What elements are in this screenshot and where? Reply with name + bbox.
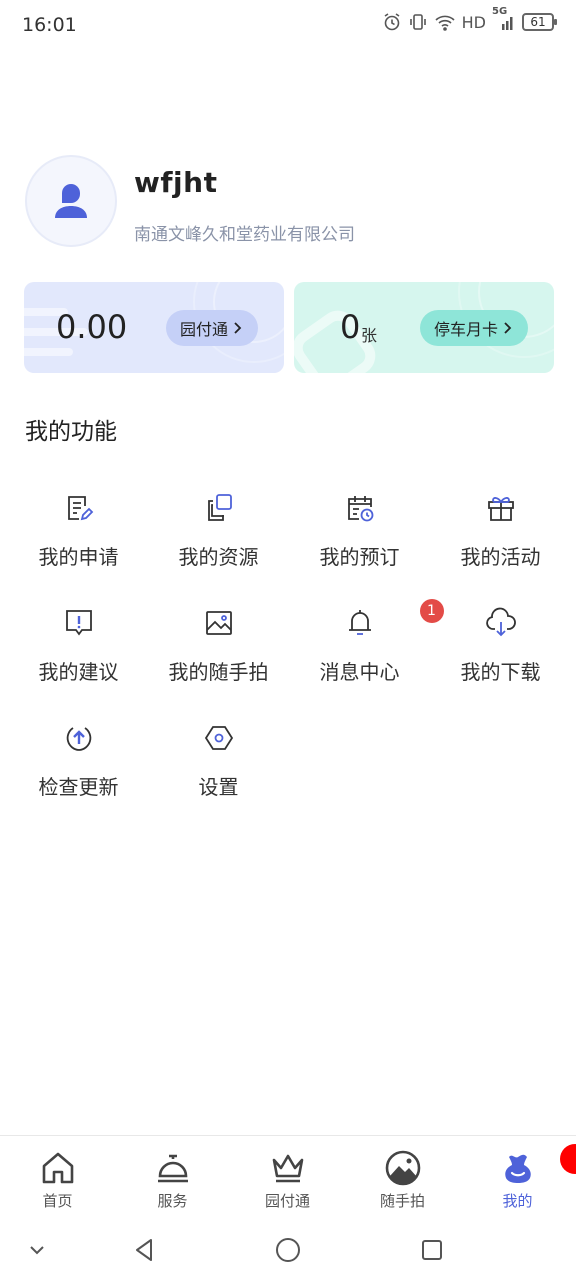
- company-name: 南通文峰久和堂药业有限公司: [134, 225, 355, 245]
- nav-yuanfutong[interactable]: 园付通: [230, 1144, 345, 1216]
- section-title: 我的功能: [25, 419, 117, 445]
- func-label: 我的预订: [319, 545, 400, 569]
- edit-document-icon: [59, 488, 99, 528]
- func-my-resources[interactable]: 我的资源: [148, 488, 289, 598]
- func-my-activities[interactable]: 我的活动: [430, 488, 571, 598]
- alarm-icon: [382, 12, 402, 32]
- func-my-applications[interactable]: 我的申请: [8, 488, 149, 598]
- func-check-update[interactable]: 检查更新: [8, 718, 149, 828]
- parking-unit: 张: [361, 326, 378, 345]
- user-icon: [55, 184, 87, 218]
- wifi-icon: [434, 12, 456, 32]
- home-icon: [38, 1148, 78, 1188]
- balance-value: 0.00: [56, 308, 128, 346]
- chevron-right-icon: [504, 322, 512, 334]
- nav-profile[interactable]: 我的: [460, 1144, 576, 1216]
- func-my-reservations[interactable]: 我的预订: [289, 488, 430, 598]
- screen: 16:01 HD 5G 61 wfjht 南通文峰久和堂药业有限公司 0.00 …: [0, 0, 576, 1280]
- bell-icon: 1: [340, 599, 444, 643]
- crown-icon: [268, 1148, 308, 1188]
- collapse-button[interactable]: [20, 1233, 54, 1267]
- feedback-icon: [59, 603, 99, 643]
- status-bar: 16:01 HD 5G 61: [0, 0, 576, 52]
- home-system-button[interactable]: [271, 1233, 305, 1267]
- nav-snapshot[interactable]: 随手拍: [345, 1144, 460, 1216]
- network-type: HD: [461, 12, 486, 32]
- notification-dot: [559, 1144, 576, 1174]
- chevron-down-icon: [30, 1246, 44, 1255]
- battery-indicator: 61: [522, 13, 557, 31]
- profile-icon: [498, 1144, 576, 1188]
- func-label: 检查更新: [38, 775, 119, 799]
- chevron-right-icon: [234, 322, 242, 334]
- bottom-nav: 首页 服务 园付通 随手拍 我的: [0, 1135, 576, 1219]
- back-triangle-icon: [136, 1239, 152, 1261]
- func-label: 我的活动: [460, 545, 541, 569]
- yuanfutong-button[interactable]: 园付通: [166, 310, 259, 346]
- home-circle-icon: [276, 1238, 300, 1262]
- nav-label: 我的: [502, 1192, 533, 1210]
- recents-square-icon: [422, 1240, 442, 1260]
- status-icons: HD 5G 61: [382, 6, 557, 32]
- func-label: 我的下载: [460, 660, 541, 684]
- parking-pass-button[interactable]: 停车月卡: [420, 310, 529, 346]
- nav-label: 首页: [42, 1192, 73, 1210]
- image-icon: [199, 603, 239, 643]
- avatar[interactable]: [25, 155, 117, 247]
- func-label: 消息中心: [319, 660, 400, 684]
- recents-button[interactable]: [415, 1233, 449, 1267]
- nav-label: 服务: [157, 1192, 188, 1210]
- signal-icon: 5G: [492, 6, 516, 32]
- func-message-center[interactable]: 1 消息中心: [289, 599, 444, 713]
- parking-pass-label: 停车月卡: [434, 320, 499, 339]
- func-label: 我的申请: [38, 545, 119, 569]
- cloud-download-icon: [481, 603, 521, 643]
- nav-label: 园付通: [264, 1192, 310, 1210]
- service-bell-icon: [153, 1148, 193, 1188]
- func-label: 我的资源: [178, 545, 259, 569]
- copy-resources-icon: [199, 488, 239, 528]
- parking-card[interactable]: 0 张 停车月卡: [294, 282, 554, 373]
- func-my-downloads[interactable]: 我的下载: [430, 603, 571, 713]
- vibrate-icon: [408, 12, 428, 32]
- func-settings[interactable]: 设置: [148, 718, 289, 828]
- calendar-clock-icon: [340, 488, 380, 528]
- system-nav-bar: [0, 1219, 576, 1280]
- func-label: 我的建议: [38, 660, 119, 684]
- parking-count: 0: [340, 308, 361, 346]
- func-label: 设置: [198, 775, 239, 799]
- photo-icon: [383, 1148, 423, 1188]
- gift-icon: [481, 488, 521, 528]
- balance-card[interactable]: 0.00 园付通: [24, 282, 284, 373]
- func-label: 我的随手拍: [168, 660, 269, 684]
- username: wfjht: [134, 166, 218, 199]
- nav-home[interactable]: 首页: [0, 1144, 115, 1216]
- nav-label: 随手拍: [379, 1192, 425, 1210]
- nav-service[interactable]: 服务: [115, 1144, 230, 1216]
- back-button[interactable]: [127, 1233, 161, 1267]
- signal-label: 5G: [492, 6, 508, 17]
- func-my-snapshots[interactable]: 我的随手拍: [148, 603, 289, 713]
- yuanfutong-label: 园付通: [180, 320, 229, 339]
- hexagon-settings-icon: [199, 718, 239, 758]
- status-time: 16:01: [22, 14, 77, 36]
- func-my-suggestions[interactable]: 我的建议: [8, 603, 149, 713]
- update-icon: [59, 718, 99, 758]
